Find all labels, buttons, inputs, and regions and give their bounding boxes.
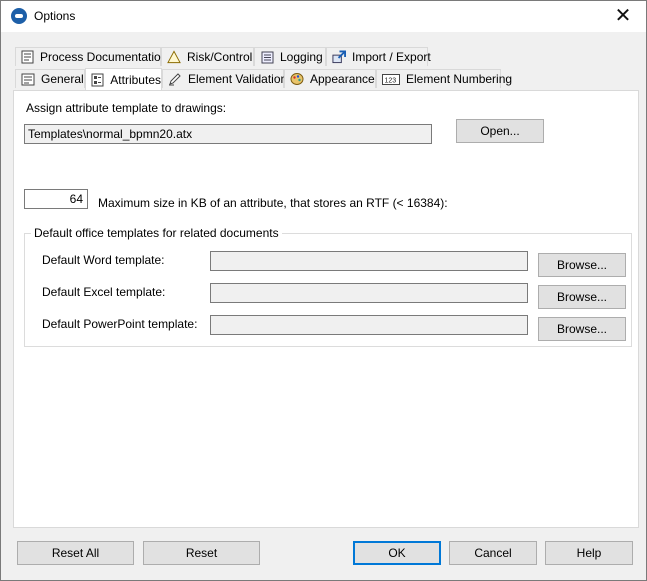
help-button[interactable]: Help	[545, 541, 633, 565]
open-button[interactable]: Open...	[456, 119, 544, 143]
tab-label: Risk/Control	[187, 50, 253, 64]
browse-powerpoint-button[interactable]: Browse...	[538, 317, 626, 341]
max-size-label: Maximum size in KB of an attribute, that…	[98, 196, 448, 210]
tab-label: Appearance	[310, 72, 375, 86]
word-template-field[interactable]	[210, 251, 528, 271]
log-list-icon	[260, 50, 274, 64]
tab-label: Logging	[280, 50, 323, 64]
tab-label: Import / Export	[352, 50, 431, 64]
title-bar: Options ✕	[1, 1, 646, 32]
attributes-icon	[91, 73, 104, 87]
tab-element-numbering[interactable]: 123 Element Numbering	[376, 69, 512, 88]
tab-element-validation[interactable]: Element Validation	[162, 69, 288, 88]
powerpoint-template-field[interactable]	[210, 315, 528, 335]
tab-label: Attributes	[110, 72, 161, 87]
browse-excel-button[interactable]: Browse...	[538, 285, 626, 309]
office-templates-group: Default office templates for related doc…	[24, 226, 632, 347]
import-export-icon	[332, 50, 346, 64]
assign-template-label: Assign attribute template to drawings:	[26, 101, 227, 115]
template-path-field[interactable]: Templates\normal_bpmn20.atx	[24, 124, 432, 144]
attributes-panel: Assign attribute template to drawings: T…	[13, 90, 639, 528]
window-title: Options	[34, 9, 76, 23]
tab-attributes[interactable]: Attributes	[85, 68, 162, 90]
svg-text:123: 123	[385, 77, 397, 84]
options-dialog: Options ✕ Process Documentation Risk/Con…	[0, 0, 647, 581]
tab-risk-control[interactable]: Risk/Control	[161, 47, 254, 66]
ok-button[interactable]: OK	[353, 541, 441, 565]
document-icon	[21, 50, 34, 64]
pencil-check-icon	[168, 72, 182, 86]
tab-label: Element Validation	[188, 72, 288, 86]
numbering-icon: 123	[382, 72, 400, 86]
word-template-label: Default Word template:	[42, 253, 165, 267]
tab-general[interactable]: General	[15, 69, 85, 88]
powerpoint-template-label: Default PowerPoint template:	[42, 317, 198, 331]
max-size-input[interactable]: 64	[24, 189, 88, 209]
tab-import-export[interactable]: Import / Export	[326, 47, 431, 66]
general-icon	[21, 72, 35, 86]
excel-template-field[interactable]	[210, 283, 528, 303]
group-title: Default office templates for related doc…	[31, 226, 282, 240]
tab-label: Process Documentation	[40, 50, 168, 64]
app-logo-icon	[11, 8, 27, 24]
cancel-button[interactable]: Cancel	[449, 541, 537, 565]
tab-process-documentation[interactable]: Process Documentation	[15, 47, 167, 66]
palette-icon	[290, 72, 304, 86]
browse-word-button[interactable]: Browse...	[538, 253, 626, 277]
tab-logging[interactable]: Logging	[254, 47, 326, 66]
tab-label: General	[41, 72, 84, 86]
close-icon[interactable]: ✕	[600, 1, 646, 32]
tab-label: Element Numbering	[406, 72, 513, 86]
excel-template-label: Default Excel template:	[42, 285, 166, 299]
reset-button[interactable]: Reset	[143, 541, 260, 565]
warning-triangle-icon	[167, 50, 181, 64]
reset-all-button[interactable]: Reset All	[17, 541, 134, 565]
tab-appearance[interactable]: Appearance	[284, 69, 376, 88]
